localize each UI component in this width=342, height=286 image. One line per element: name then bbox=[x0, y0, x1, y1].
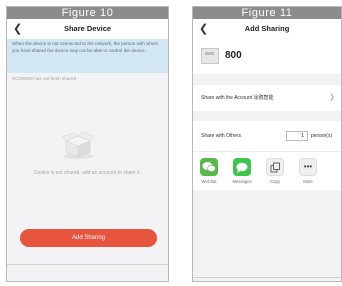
page-title: Share Device bbox=[63, 24, 112, 33]
more-icon: ••• bbox=[299, 158, 317, 176]
figure-11-screen: Figure 11 ❮ Add Sharing 800 Share with t… bbox=[192, 6, 342, 282]
share-option-messages[interactable]: Messages bbox=[231, 158, 253, 184]
share-option-copy[interactable]: Copy bbox=[264, 158, 286, 184]
share-option-label: Copy bbox=[270, 179, 280, 184]
device-share-status: SC000MS has not been shared bbox=[12, 76, 77, 81]
nav-bar: ❮ Add Sharing bbox=[193, 19, 341, 39]
messages-icon bbox=[233, 158, 251, 176]
share-options: WeChat Messages Copy ••• More bbox=[193, 151, 341, 190]
figure-10-screen: Figure 10 ❮ Share Device When the device… bbox=[6, 6, 169, 282]
share-with-account-row[interactable]: Share with the Account 涂鸦智能 ❯ bbox=[193, 85, 341, 111]
empty-state-text: Device is not shared, add an account to … bbox=[33, 170, 141, 176]
person-count-input[interactable]: 1 bbox=[286, 131, 308, 141]
divider bbox=[7, 264, 168, 265]
share-with-others-label: Share with Others bbox=[201, 133, 242, 139]
device-row: 800 bbox=[193, 39, 341, 74]
copy-icon bbox=[266, 158, 284, 176]
chevron-right-icon: ❯ bbox=[329, 94, 335, 101]
divider bbox=[193, 277, 341, 278]
figure-label: Figure 11 bbox=[193, 7, 341, 19]
content-area: 800 Share with the Account 涂鸦智能 ❯ Share … bbox=[193, 39, 341, 281]
share-option-label: Messages bbox=[232, 179, 252, 184]
device-icon bbox=[201, 48, 219, 64]
nav-bar: ❮ Share Device bbox=[7, 19, 168, 39]
figure-label: Figure 10 bbox=[7, 7, 168, 19]
share-option-more[interactable]: ••• More bbox=[297, 158, 319, 184]
share-option-label: More bbox=[303, 179, 313, 184]
share-option-wechat[interactable]: WeChat bbox=[198, 158, 220, 184]
wechat-icon bbox=[200, 158, 218, 176]
content-area: SC000MS has not been shared Device is no… bbox=[7, 73, 168, 281]
page-title: Add Sharing bbox=[244, 24, 290, 33]
empty-box-icon bbox=[61, 131, 95, 159]
share-option-label: WeChat bbox=[201, 179, 217, 184]
share-with-others-row: Share with Others 1 person(s) bbox=[193, 121, 341, 151]
person-unit-label: person(s) bbox=[311, 133, 333, 139]
add-sharing-button[interactable]: Add Sharing bbox=[20, 229, 157, 247]
share-with-account-label: Share with the Account 涂鸦智能 bbox=[201, 95, 274, 101]
device-name: 800 bbox=[225, 50, 242, 61]
network-notice: When the device is not connected to the … bbox=[7, 39, 168, 73]
